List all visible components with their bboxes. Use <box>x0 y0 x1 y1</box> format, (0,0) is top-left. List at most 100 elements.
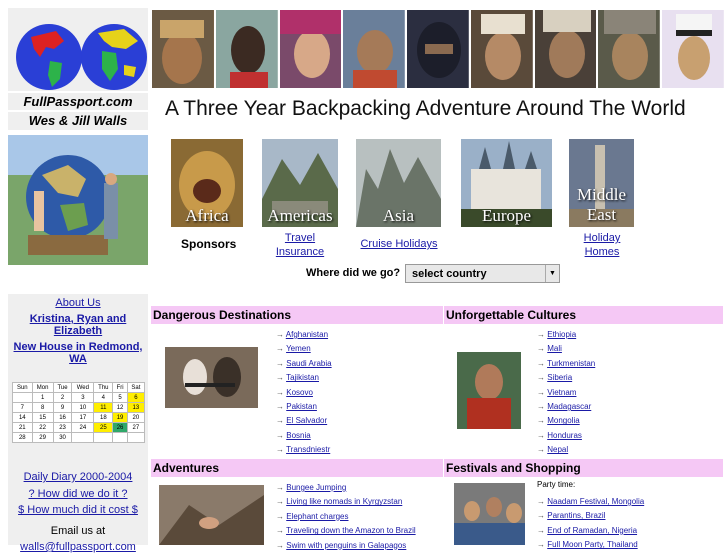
kids-link[interactable]: Kristina, Ryan and Elizabeth <box>28 313 128 337</box>
continent-label: Africa <box>185 206 229 225</box>
section-festivals-shopping: Festivals and Shopping <box>444 459 723 477</box>
list-item[interactable]: Mongolia <box>547 416 579 425</box>
calendar-day[interactable]: 19 <box>112 412 128 423</box>
continent-label: Middle East <box>576 185 627 224</box>
list-item[interactable]: Siberia <box>547 373 572 382</box>
calendar-day[interactable]: 20 <box>126 412 146 423</box>
calendar-day[interactable]: 30 <box>52 432 73 443</box>
calendar-day[interactable]: 6 <box>126 392 146 403</box>
list-item[interactable]: Bosnia <box>286 431 310 440</box>
list-item[interactable]: Parantins, Brazil <box>547 511 605 520</box>
calendar-day[interactable]: 4 <box>93 392 114 403</box>
calendar-day[interactable]: 22 <box>31 422 54 433</box>
list-item[interactable]: End of Ramadan, Nigeria <box>547 526 637 535</box>
list-item[interactable]: Traveling down the Amazon to Brazil <box>286 526 416 535</box>
list-item[interactable]: Ethiopia <box>547 330 576 339</box>
list-item[interactable]: Naadam Festival, Mongolia <box>547 497 644 506</box>
calendar-day[interactable]: 7 <box>12 402 33 413</box>
calendar-day[interactable]: 24 <box>71 422 95 433</box>
calendar-day[interactable]: 26 <box>112 422 128 433</box>
calendar-day[interactable]: 27 <box>126 422 146 433</box>
daily-diary-link[interactable]: Daily Diary 2000-2004 <box>8 469 148 486</box>
calendar-day[interactable]: 12 <box>112 402 128 413</box>
continent-middle-east[interactable]: Middle East <box>569 139 634 227</box>
list-item[interactable]: Swim with penguins in Galapagos <box>286 541 406 550</box>
calendar-day[interactable]: 14 <box>12 412 33 423</box>
site-name: FullPassport.com <box>8 93 148 110</box>
face-photo <box>279 10 342 88</box>
calendar-day[interactable]: 29 <box>31 432 54 443</box>
calendar-day[interactable]: 16 <box>52 412 73 423</box>
calendar-day[interactable]: 11 <box>93 402 114 413</box>
list-item[interactable]: El Salvador <box>286 416 327 425</box>
calendar-day[interactable]: 5 <box>112 392 128 403</box>
list-item[interactable]: Nepal <box>547 445 568 454</box>
list-item[interactable]: Saudi Arabia <box>286 359 331 368</box>
sidebar-links-panel: About Us Kristina, Ryan and Elizabeth Ne… <box>8 294 148 553</box>
list-item[interactable]: Afghanistan <box>286 330 328 339</box>
continent-africa[interactable]: Africa <box>171 139 243 227</box>
adventures-photo <box>159 485 264 545</box>
world-map-logo[interactable] <box>16 19 147 96</box>
travel-insurance-link[interactable]: Travel Insurance <box>268 231 332 259</box>
calendar-day[interactable]: 10 <box>71 402 95 413</box>
calendar-day[interactable]: 13 <box>126 402 146 413</box>
calendar-header-row: Sun Mon Tue Wed Thu Fri Sat <box>12 382 146 393</box>
how-did-we-do-it-link[interactable]: ? How did we do it ? <box>8 486 148 503</box>
cultures-photo <box>457 352 521 429</box>
list-item[interactable]: Tajikistan <box>286 373 319 382</box>
country-select-value: select country <box>412 268 487 280</box>
list-item[interactable]: Pakistan <box>286 402 317 411</box>
face-photo <box>534 10 597 88</box>
how-much-cost-link[interactable]: $ How much did it cost $ <box>8 502 148 519</box>
calendar-day[interactable]: 17 <box>71 412 95 423</box>
cruise-holidays-link[interactable]: Cruise Holidays <box>359 237 439 251</box>
calendar-day-name: Sun <box>12 382 33 393</box>
list-item[interactable]: Elephant charges <box>286 512 348 521</box>
calendar-week: 14 15 16 17 18 19 20 <box>12 412 146 423</box>
list-item[interactable]: Vietnam <box>547 388 576 397</box>
where-did-we-go-label: Where did we go? <box>306 267 401 279</box>
continent-asia[interactable]: Asia <box>356 139 441 227</box>
list-item[interactable]: Yemen <box>286 344 311 353</box>
continent-label: Americas <box>267 206 333 225</box>
calendar-day[interactable]: 28 <box>12 432 33 443</box>
continent-americas[interactable]: Americas <box>262 139 338 227</box>
calendar-day[interactable]: 21 <box>12 422 33 433</box>
list-item[interactable]: Living like nomads in Kyrgyzstan <box>286 497 402 506</box>
list-item[interactable]: Kosovo <box>286 388 313 397</box>
calendar-day[interactable]: 15 <box>31 412 54 423</box>
chevron-down-icon[interactable]: ▼ <box>545 265 559 282</box>
email-link[interactable]: walls@fullpassport.com <box>8 539 148 556</box>
face-photo <box>662 10 725 88</box>
calendar-day[interactable]: 23 <box>52 422 73 433</box>
calendar-day[interactable]: 1 <box>31 392 54 403</box>
calendar-day-name: Thu <box>93 382 114 393</box>
face-photo <box>215 10 278 88</box>
list-item[interactable]: Mali <box>547 344 562 353</box>
calendar-day <box>12 392 33 403</box>
holiday-homes-link[interactable]: Holiday Homes <box>576 231 628 259</box>
list-item[interactable]: Honduras <box>547 431 582 440</box>
new-house-link[interactable]: New House in Redmond, WA <box>13 341 143 365</box>
faces-banner <box>152 10 725 88</box>
calendar-day[interactable]: 3 <box>71 392 95 403</box>
list-item[interactable]: Transdniestr <box>286 445 330 454</box>
calendar-day <box>112 432 128 443</box>
calendar-week: 7 8 9 10 11 12 13 <box>12 402 146 413</box>
face-photo <box>470 10 533 88</box>
list-item[interactable]: Bungee Jumping <box>286 483 346 492</box>
about-us-link[interactable]: About Us <box>8 297 148 309</box>
calendar-day[interactable]: 9 <box>52 402 73 413</box>
list-item[interactable]: Turkmenistan <box>547 359 595 368</box>
calendar-day[interactable]: 8 <box>31 402 54 413</box>
country-select[interactable]: select country ▼ <box>405 264 560 283</box>
calendar-day-name: Tue <box>52 382 73 393</box>
continent-europe[interactable]: Europe <box>461 139 552 227</box>
dangerous-photo <box>165 347 258 408</box>
calendar-day[interactable]: 18 <box>93 412 114 423</box>
list-item[interactable]: Madagascar <box>547 402 591 411</box>
calendar-day[interactable]: 2 <box>52 392 73 403</box>
calendar-day[interactable]: 25 <box>93 422 114 433</box>
continent-label: Asia <box>382 206 415 225</box>
